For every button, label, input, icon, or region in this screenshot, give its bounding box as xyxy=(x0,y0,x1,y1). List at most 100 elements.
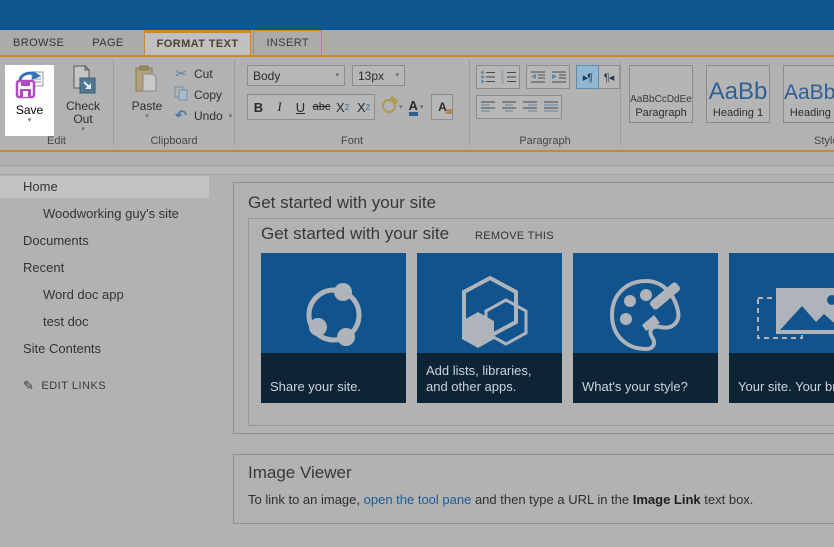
tab-insert[interactable]: INSERT xyxy=(253,30,323,55)
undo-button[interactable]: ↶ Undo ▾ xyxy=(172,105,232,126)
underline-button[interactable]: U xyxy=(290,95,311,119)
tile-caption-band: Your site. Your brand. xyxy=(729,353,834,403)
paste-icon xyxy=(134,65,160,99)
ribbon: Save ▾ Check Out ▾ Edit Paste ▾ ✂ Cut Co… xyxy=(0,57,834,152)
check-out-button[interactable]: Check Out ▾ xyxy=(58,64,108,133)
cut-label: Cut xyxy=(194,66,213,81)
font-name-value: Body xyxy=(253,68,281,83)
bullet-list-button[interactable] xyxy=(477,66,498,88)
subscript-digit: 2 xyxy=(344,102,350,112)
get-started-tiles: Share your site. Add lists, libraries, a… xyxy=(261,253,834,403)
right-to-left-button[interactable]: ¶◂ xyxy=(598,66,619,88)
save-label: Save xyxy=(15,103,44,117)
superscript-button[interactable]: X2 xyxy=(353,95,374,119)
palette-icon xyxy=(573,267,718,363)
justify-icon xyxy=(543,101,558,112)
style-heading2[interactable]: AaBbC Heading 2 xyxy=(783,65,834,123)
font-size-value: 13px xyxy=(358,68,385,83)
image-viewer-text: To link to an image, open the tool pane … xyxy=(248,492,834,507)
check-out-dropdown-caret[interactable]: ▾ xyxy=(58,126,108,133)
numbered-list-button[interactable]: 1 2 3 xyxy=(498,66,519,88)
image-icon xyxy=(729,267,834,363)
copy-label: Copy xyxy=(194,87,223,102)
sidebar-item-site-contents[interactable]: Site Contents xyxy=(0,338,233,360)
style-paragraph-name: Paragraph xyxy=(635,107,687,119)
undo-dropdown-caret[interactable]: ▾ xyxy=(229,112,233,120)
sidebar-item-word-doc-app[interactable]: Word doc app xyxy=(0,284,233,306)
increase-indent-icon xyxy=(551,71,566,83)
font-size-caret: ▾ xyxy=(395,72,399,79)
ribbon-group-paragraph: 1 2 3 ▸¶ ¶◂ Paragraph xyxy=(470,57,620,150)
sidebar-item-test-doc[interactable]: test doc xyxy=(0,311,233,333)
main-content: Get started with your site Get started w… xyxy=(233,175,834,524)
sidebar-item-home[interactable]: Home xyxy=(0,176,209,198)
font-color-icon: A xyxy=(408,99,418,116)
font-size-select[interactable]: 13px ▾ xyxy=(352,65,405,86)
remove-this-link[interactable]: REMOVE THIS xyxy=(475,230,554,242)
image-viewer-title: Image Viewer xyxy=(248,463,352,482)
ribbon-bottom-strip xyxy=(0,152,834,166)
highlight-pen-icon xyxy=(381,95,399,119)
save-button[interactable]: Save ▾ xyxy=(5,65,54,136)
left-to-right-button[interactable]: ▸¶ xyxy=(576,65,599,89)
align-right-icon xyxy=(522,101,537,112)
group-label-styles: Styles xyxy=(814,135,834,147)
tile-add-lists[interactable]: Add lists, libraries, and other apps. xyxy=(417,253,562,403)
tile-your-site-your-brand[interactable]: Your site. Your brand. xyxy=(729,253,834,403)
italic-button[interactable]: I xyxy=(269,95,290,119)
increase-indent-button[interactable] xyxy=(548,66,569,88)
open-tool-pane-link[interactable]: open the tool pane xyxy=(364,492,472,507)
edit-links-label: EDIT LINKS xyxy=(41,380,107,392)
bold-button[interactable]: B xyxy=(248,95,269,119)
iv-text-prefix: To link to an image, xyxy=(248,492,364,507)
subscript-button[interactable]: X2 xyxy=(332,95,353,119)
font-color-button[interactable]: A ▾ xyxy=(408,99,423,116)
iv-text-middle: and then type a URL in the xyxy=(471,492,633,507)
numbered-list-icon: 1 2 3 xyxy=(501,71,516,84)
cut-button[interactable]: ✂ Cut xyxy=(172,63,232,84)
sidebar-item-recent[interactable]: Recent xyxy=(0,257,233,279)
apps-hexagon-icon xyxy=(417,267,562,363)
bullet-list-icon xyxy=(480,71,495,83)
tile-whats-your-style[interactable]: What's your style? xyxy=(573,253,718,403)
justify-button[interactable] xyxy=(540,96,561,118)
clear-format-button[interactable]: A xyxy=(431,94,454,120)
strikethrough-button[interactable]: abc xyxy=(311,95,332,119)
paste-label: Paste xyxy=(131,99,163,113)
save-dropdown-caret[interactable]: ▾ xyxy=(5,117,54,124)
tab-page[interactable]: PAGE xyxy=(92,30,123,55)
group-label-clipboard: Clipboard xyxy=(150,135,198,147)
style-heading1-name: Heading 1 xyxy=(712,107,764,119)
undo-label: Undo xyxy=(194,108,223,123)
style-paragraph[interactable]: AaBbCcDdEe Paragraph xyxy=(629,65,693,123)
tile-caption: Your site. Your brand. xyxy=(738,379,834,394)
sidebar-item-woodworking[interactable]: Woodworking guy's site xyxy=(0,203,233,225)
font-name-select[interactable]: Body ▾ xyxy=(247,65,345,86)
share-icon xyxy=(261,267,406,363)
align-center-button[interactable] xyxy=(498,96,519,118)
tile-share-your-site[interactable]: Share your site. xyxy=(261,253,406,403)
edit-links-button[interactable]: ✎ EDIT LINKS xyxy=(0,378,233,394)
group-label-font: Font xyxy=(340,135,363,147)
style-heading2-preview: AaBbC xyxy=(784,81,834,104)
paste-dropdown-caret[interactable]: ▾ xyxy=(122,113,172,120)
decrease-indent-button[interactable] xyxy=(527,66,548,88)
group-label-edit: Edit xyxy=(47,135,66,147)
align-right-button[interactable] xyxy=(519,96,540,118)
highlight-color-button[interactable]: ▾ xyxy=(381,95,403,119)
highlight-caret: ▾ xyxy=(399,103,403,111)
iv-image-link-bold: Image Link xyxy=(632,492,701,507)
tab-browse[interactable]: BROWSE xyxy=(13,30,64,55)
undo-icon: ↶ xyxy=(175,107,187,123)
align-left-button[interactable] xyxy=(477,96,498,118)
style-heading1-preview: AaBb xyxy=(708,78,768,105)
tab-format-text[interactable]: FORMAT TEXT xyxy=(143,30,252,55)
decrease-indent-icon xyxy=(530,71,545,83)
style-heading2-name: Heading 2 xyxy=(789,107,834,119)
style-heading1[interactable]: AaBb Heading 1 xyxy=(706,65,770,123)
copy-button[interactable]: Copy xyxy=(172,84,232,105)
sidebar-item-documents[interactable]: Documents xyxy=(0,230,233,252)
save-icon xyxy=(15,71,45,103)
superscript-digit: 2 xyxy=(365,102,371,112)
paste-button[interactable]: Paste ▾ xyxy=(122,65,172,120)
